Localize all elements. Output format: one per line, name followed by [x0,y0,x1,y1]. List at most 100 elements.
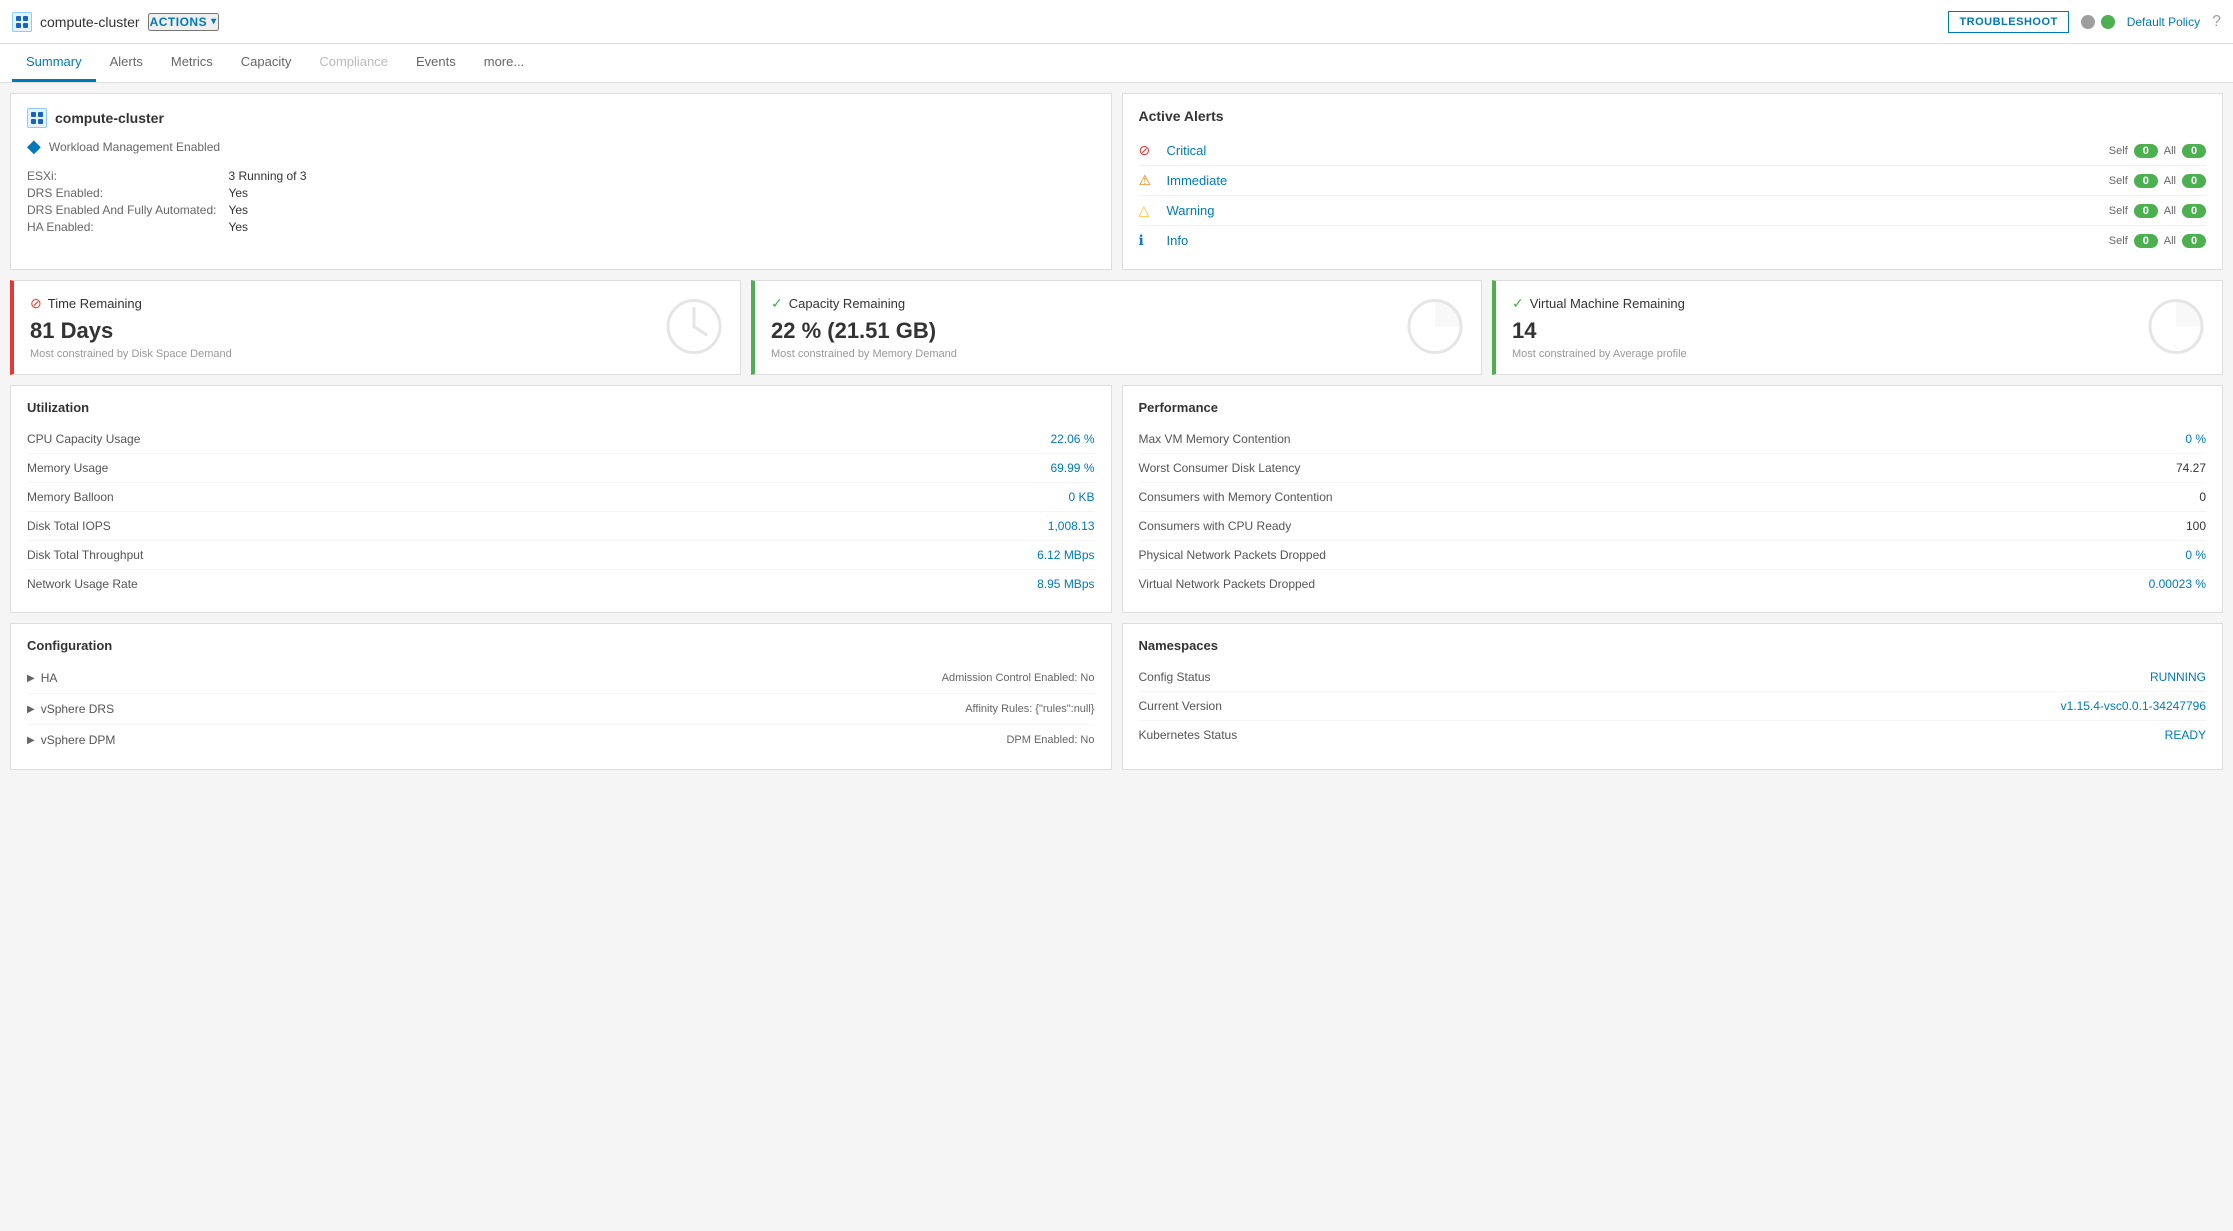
expand-icon-ha: ▶ [27,673,35,684]
immediate-self-count: 0 [2134,174,2158,188]
utilization-title: Utilization [27,400,1095,415]
config-row-ha[interactable]: ▶ HA Admission Control Enabled: No [27,663,1095,694]
perf-label-phys-network: Physical Network Packets Dropped [1139,548,1326,562]
config-detail-drs: Affinity Rules: {"rules":null} [965,703,1094,715]
metric-time-remaining: ⊘ Time Remaining 81 Days Most constraine… [10,280,741,375]
util-row-memory: Memory Usage 69.99 % [27,454,1095,483]
util-label-cpu: CPU Capacity Usage [27,432,140,446]
main-content: compute-cluster ◆ Workload Management En… [0,83,2233,780]
perf-label-mem-contention: Consumers with Memory Contention [1139,490,1333,504]
perf-value-cpu-ready: 100 [2186,519,2206,533]
metric-capacity-subtitle: Most constrained by Memory Demand [771,348,1465,360]
perf-row-cpu-ready: Consumers with CPU Ready 100 [1139,512,2207,541]
config-left-ha: ▶ HA [27,671,57,685]
default-policy-link[interactable]: Default Policy [2127,15,2200,29]
perf-label-disk-latency: Worst Consumer Disk Latency [1139,461,1301,475]
workload-row: ◆ Workload Management Enabled [27,136,1095,157]
top-bar-left: compute-cluster ACTIONS ▾ [12,12,1948,32]
util-perf-row: Utilization CPU Capacity Usage 22.06 % M… [10,385,2223,613]
all-label-immediate: All [2164,175,2176,187]
self-label-info: Self [2109,235,2128,247]
active-alerts-card: Active Alerts ⊘ Critical Self 0 All 0 ⚠ … [1122,93,2224,270]
troubleshoot-button[interactable]: TROUBLESHOOT [1948,11,2068,33]
ha-value: Yes [228,220,1094,234]
warning-all-count: 0 [2182,204,2206,218]
metric-capacity-header: ✓ Capacity Remaining [771,295,1465,312]
util-row-cpu: CPU Capacity Usage 22.06 % [27,425,1095,454]
self-label-immediate: Self [2109,175,2128,187]
metric-capacity-title: Capacity Remaining [789,296,905,311]
alert-row-critical: ⊘ Critical Self 0 All 0 [1139,136,2207,166]
drs-auto-label: DRS Enabled And Fully Automated: [27,203,216,217]
critical-icon: ⊘ [1139,142,1159,159]
config-ns-row: Configuration ▶ HA Admission Control Ena… [10,623,2223,770]
performance-title: Performance [1139,400,2207,415]
util-value-memory: 69.99 % [1050,461,1094,475]
status-icons [2081,15,2115,29]
tab-capacity[interactable]: Capacity [227,44,306,82]
metric-vm-title: Virtual Machine Remaining [1530,296,1685,311]
active-alerts-title: Active Alerts [1139,108,2207,124]
util-row-iops: Disk Total IOPS 1,008.13 [27,512,1095,541]
ha-label: HA Enabled: [27,220,216,234]
config-left-dpm: ▶ vSphere DPM [27,733,115,747]
config-name-ha: HA [41,671,58,685]
tab-alerts[interactable]: Alerts [96,44,157,82]
utilization-card: Utilization CPU Capacity Usage 22.06 % M… [10,385,1112,613]
perf-value-mem-contention: 0 [2199,490,2206,504]
capacity-status-icon: ✓ [771,295,783,312]
nav-tabs: Summary Alerts Metrics Capacity Complian… [0,44,2233,83]
config-row-drs[interactable]: ▶ vSphere DRS Affinity Rules: {"rules":n… [27,694,1095,725]
metric-time-value: 81 Days [30,318,724,344]
namespaces-card: Namespaces Config Status RUNNING Current… [1122,623,2224,770]
config-detail-dpm: DPM Enabled: No [1006,734,1094,746]
immediate-icon: ⚠ [1139,172,1159,189]
drs-value: Yes [228,186,1094,200]
util-value-iops: 1,008.13 [1048,519,1095,533]
tab-more[interactable]: more... [470,44,538,82]
tab-summary[interactable]: Summary [12,44,96,82]
metric-vm-header: ✓ Virtual Machine Remaining [1512,295,2206,312]
alert-name-info[interactable]: Info [1167,233,2109,248]
perf-row-mem-contention: Consumers with Memory Contention 0 [1139,483,2207,512]
metric-capacity-value: 22 % (21.51 GB) [771,318,1465,344]
tab-events[interactable]: Events [402,44,470,82]
alert-name-warning[interactable]: Warning [1167,203,2109,218]
util-label-balloon: Memory Balloon [27,490,114,504]
drs-label: DRS Enabled: [27,186,216,200]
config-row-dpm[interactable]: ▶ vSphere DPM DPM Enabled: No [27,725,1095,755]
top-bar: compute-cluster ACTIONS ▾ TROUBLESHOOT D… [0,0,2233,44]
perf-value-phys-network: 0 % [2185,548,2206,562]
alert-name-immediate[interactable]: Immediate [1167,173,2109,188]
vm-pie-icon [2146,296,2206,359]
tab-metrics[interactable]: Metrics [157,44,227,82]
namespaces-title: Namespaces [1139,638,2207,653]
config-detail-ha: Admission Control Enabled: No [942,672,1095,684]
all-label-warning: All [2164,205,2176,217]
top-row: compute-cluster ◆ Workload Management En… [10,93,2223,270]
warning-icon: △ [1139,202,1159,219]
critical-self-count: 0 [2134,144,2158,158]
metric-time-subtitle: Most constrained by Disk Space Demand [30,348,724,360]
ns-row-kubernetes-status: Kubernetes Status READY [1139,721,2207,749]
config-name-dpm: vSphere DPM [41,733,116,747]
alert-row-warning: △ Warning Self 0 All 0 [1139,196,2207,226]
info-all-count: 0 [2182,234,2206,248]
metric-time-header: ⊘ Time Remaining [30,295,724,312]
cluster-info-card: compute-cluster ◆ Workload Management En… [10,93,1112,270]
time-status-icon: ⊘ [30,295,42,312]
util-value-throughput: 6.12 MBps [1037,548,1094,562]
util-row-balloon: Memory Balloon 0 KB [27,483,1095,512]
util-label-iops: Disk Total IOPS [27,519,111,533]
alert-name-critical[interactable]: Critical [1167,143,2109,158]
ns-value-current-version: v1.15.4-vsc0.0.1-34247796 [2061,699,2206,713]
actions-button[interactable]: ACTIONS ▾ [148,13,219,31]
capacity-pie-icon [1405,296,1465,359]
util-row-network: Network Usage Rate 8.95 MBps [27,570,1095,598]
expand-icon-drs: ▶ [27,704,35,715]
perf-value-memory-contention: 0 % [2185,432,2206,446]
metric-vm-value: 14 [1512,318,2206,344]
help-icon[interactable]: ? [2212,13,2221,31]
metrics-row: ⊘ Time Remaining 81 Days Most constraine… [10,280,2223,375]
config-name-drs: vSphere DRS [41,702,114,716]
